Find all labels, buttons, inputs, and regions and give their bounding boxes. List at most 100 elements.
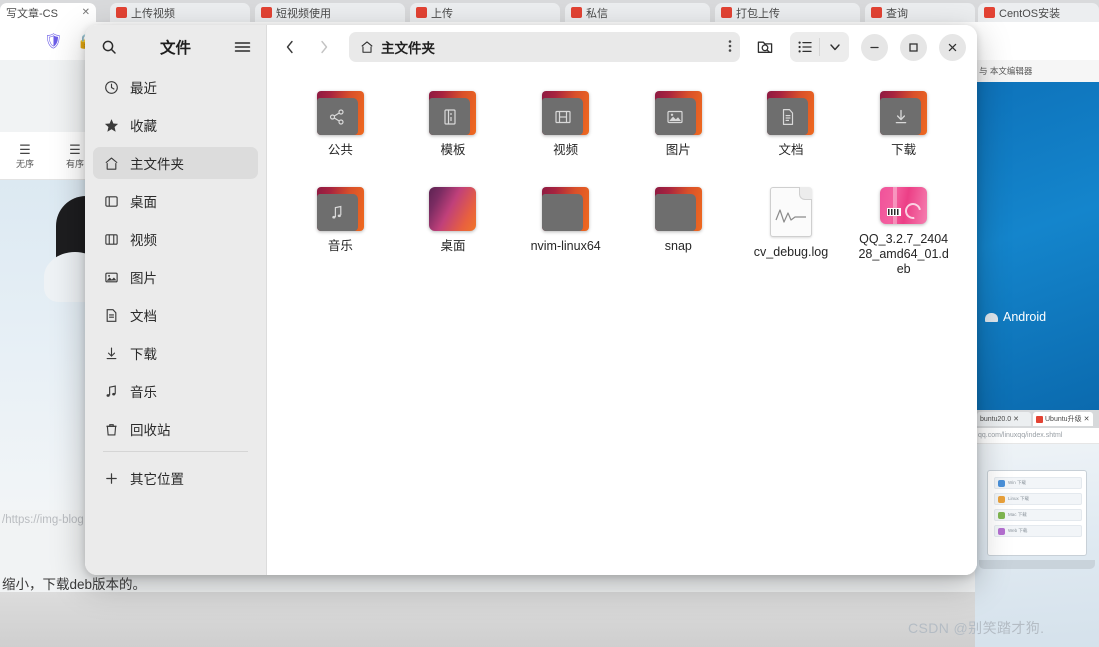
sidebar-item-recent[interactable]: 最近: [93, 71, 258, 103]
sidebar-item-label: 桌面: [130, 195, 157, 210]
download-icon: [880, 91, 928, 135]
background-tab[interactable]: 查询: [865, 3, 975, 22]
files-window: 文件 最近 收藏 主文件夹 桌面 视频 图片 文档 下载 音乐 回收站 其它位置…: [85, 25, 977, 575]
file-name: 音乐: [327, 239, 353, 253]
file-item[interactable]: 文档: [736, 85, 847, 181]
sidebar-item-home[interactable]: 主文件夹: [93, 147, 258, 179]
sidebar-item-music[interactable]: 音乐: [93, 375, 258, 407]
sidebar-item-label: 文档: [130, 309, 157, 324]
file-name: 桌面: [440, 239, 466, 253]
file-item[interactable]: 桌面: [398, 181, 509, 277]
file-item[interactable]: 视频: [510, 85, 621, 181]
plain-folder-icon: [654, 187, 702, 231]
film-icon: [542, 91, 590, 135]
shield-icon[interactable]: 🛡: [44, 32, 63, 50]
close-button[interactable]: [939, 33, 966, 61]
mini-browser-url[interactable]: qq.com/linuxqq/index.shtml: [975, 428, 1099, 444]
sidebar-item-desktop[interactable]: 桌面: [93, 185, 258, 217]
tab-title: 私信: [586, 7, 608, 20]
background-tab[interactable]: 写文章-CS ✕: [0, 3, 96, 22]
list-item-label: Mac 下载: [1008, 512, 1027, 517]
favicon-icon: [1036, 415, 1043, 423]
button-label: 无序: [15, 158, 34, 169]
csdn-watermark: CSDN @别笑踏才狗.: [908, 620, 1045, 636]
file-item[interactable]: 模板: [398, 85, 509, 181]
background-body-text: 缩小，下载deb版本的。: [2, 577, 147, 592]
sidebar-item-label: 图片: [130, 271, 157, 286]
download-icon: [103, 345, 119, 361]
star-icon: [103, 117, 119, 133]
search-icon[interactable]: [96, 34, 122, 60]
file-name: 下载: [891, 143, 917, 157]
home-icon: [360, 40, 374, 54]
file-item[interactable]: 公共: [285, 85, 396, 181]
close-icon[interactable]: ✕: [82, 7, 90, 18]
list-view-icon[interactable]: [790, 32, 819, 62]
mini-browser-tab[interactable]: Ubuntu升级 ✕: [1033, 412, 1093, 426]
file-item[interactable]: 图片: [623, 85, 734, 181]
background-mini-browser: buntu20.0 ✕ Ubuntu升级 ✕ qq.com/linuxqq/in…: [975, 410, 1099, 647]
sidebar: 文件 最近 收藏 主文件夹 桌面 视频 图片 文档 下载 音乐 回收站 其它位置: [85, 25, 267, 575]
background-right-caption: 与 本文编辑器: [975, 60, 1099, 82]
log-file-icon: [769, 187, 812, 237]
path-bar[interactable]: 主文件夹: [349, 32, 740, 62]
favicon-icon: [416, 7, 427, 18]
file-item[interactable]: nvim-linux64: [510, 181, 621, 277]
mini-browser-tab[interactable]: buntu20.0 ✕: [977, 412, 1031, 426]
sidebar-item-downloads[interactable]: 下载: [93, 337, 258, 369]
sidebar-item-videos[interactable]: 视频: [93, 223, 258, 255]
tab-title: 查询: [886, 7, 908, 20]
template-icon: [429, 91, 477, 135]
background-tab[interactable]: 短视频使用: [255, 3, 405, 22]
sidebar-item-label: 最近: [130, 81, 157, 96]
button-label: 有序: [65, 158, 84, 169]
file-name: QQ_3.2.7_240428_amd64_01.deb: [858, 232, 949, 276]
background-tab[interactable]: 上传视频: [110, 3, 250, 22]
sidebar-item-pictures[interactable]: 图片: [93, 261, 258, 293]
chevron-down-icon[interactable]: [820, 32, 849, 62]
debian-package-icon: [880, 187, 928, 224]
sidebar-item-starred[interactable]: 收藏: [93, 109, 258, 141]
file-item[interactable]: cv_debug.log: [736, 181, 847, 277]
tab-title: 短视频使用: [276, 7, 331, 20]
file-item[interactable]: 下载: [848, 85, 959, 181]
background-tab[interactable]: 上传: [410, 3, 560, 22]
list-item-label: Linux 下载: [1008, 496, 1030, 501]
file-item[interactable]: snap: [623, 181, 734, 277]
vertical-dots-icon[interactable]: [728, 38, 732, 57]
unordered-list-icon: ☰: [19, 141, 31, 157]
favicon-icon: [721, 7, 732, 18]
background-tab[interactable]: 打包上传: [715, 3, 860, 22]
document-icon: [767, 91, 815, 135]
list-bullet-icon: [998, 527, 1005, 535]
mini-browser-tabs: buntu20.0 ✕ Ubuntu升级 ✕: [975, 410, 1099, 428]
film-icon: [103, 231, 119, 247]
close-icon[interactable]: ✕: [1084, 415, 1090, 423]
background-desktop-screenshot: Android: [975, 82, 1099, 410]
list-item-label: Web 下载: [1008, 528, 1028, 533]
home-icon: [103, 155, 119, 171]
forward-button[interactable]: [309, 32, 339, 62]
background-tab[interactable]: CentOS安装: [978, 3, 1099, 22]
file-item[interactable]: QQ_3.2.7_240428_amd64_01.deb: [848, 181, 959, 277]
file-item[interactable]: 音乐: [285, 181, 396, 277]
sidebar-item-label: 收藏: [130, 119, 157, 134]
search-folder-icon[interactable]: [750, 32, 780, 62]
maximize-button[interactable]: [900, 33, 927, 61]
sidebar-item-documents[interactable]: 文档: [93, 299, 258, 331]
tab-title: 上传: [431, 7, 453, 20]
favicon-icon: [871, 7, 882, 18]
sidebar-item-trash[interactable]: 回收站: [93, 413, 258, 445]
favicon-icon: [261, 7, 272, 18]
close-icon[interactable]: ✕: [1013, 415, 1019, 423]
sidebar-item-label: 回收站: [130, 423, 171, 438]
screen-root: 写文章-CS ✕ 上传视频 短视频使用 上传 私信 打包上传 查询 CentOS…: [0, 0, 1099, 647]
unordered-list-button[interactable]: ☰ 无序: [0, 142, 50, 170]
minimize-button[interactable]: [861, 33, 888, 61]
hamburger-menu-icon[interactable]: [229, 34, 255, 60]
sidebar-title: 文件: [159, 40, 191, 57]
sidebar-item-other-locations[interactable]: 其它位置: [93, 462, 258, 494]
background-tab[interactable]: 私信: [565, 3, 710, 22]
back-button[interactable]: [275, 32, 305, 62]
list-bullet-icon: [998, 511, 1005, 519]
